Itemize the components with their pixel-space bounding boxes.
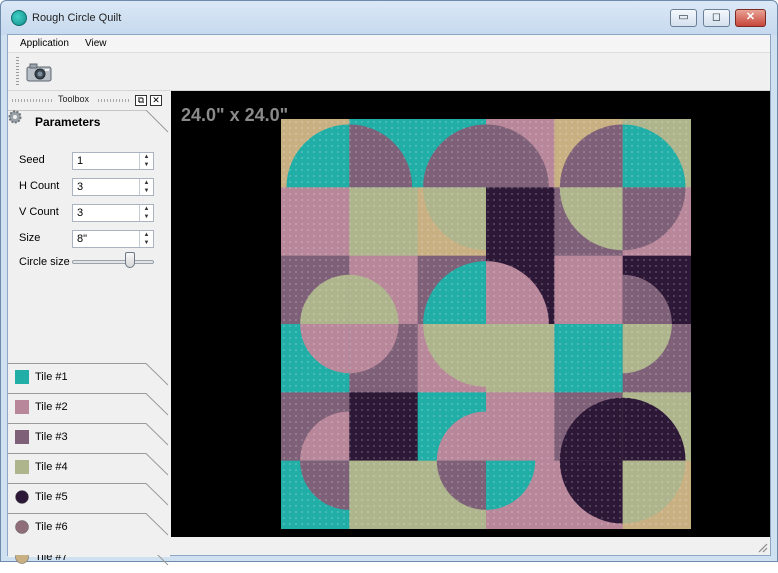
tile-swatch-icon xyxy=(15,370,29,384)
tile-swatch-icon xyxy=(15,430,29,444)
size-label: Size xyxy=(19,232,41,244)
tab-shape xyxy=(8,453,169,476)
up-arrow-icon[interactable]: ▲ xyxy=(140,179,153,187)
toolbox-grip xyxy=(98,99,130,102)
fabric-texture xyxy=(281,119,691,529)
seed-value: 1 xyxy=(77,155,84,167)
down-arrow-icon[interactable]: ▼ xyxy=(140,213,153,221)
v-count-stepper[interactable]: ▲ ▼ xyxy=(139,205,153,221)
close-button[interactable]: ✕ xyxy=(735,9,766,27)
minimize-button[interactable]: ▭ xyxy=(670,9,697,27)
tile-label: Tile #1 xyxy=(35,371,68,383)
v-count-value: 3 xyxy=(77,207,84,219)
toolbox-panel: Toolbox ⧉ ✕ Parameters Seed 1 ▲ ▼ H Coun… xyxy=(8,91,170,566)
quilt-canvas[interactable]: 24.0" x 24.0" xyxy=(171,91,770,537)
toolbox-float-button[interactable]: ⧉ xyxy=(135,95,147,106)
client-area: Application View Toolbox ⧉ ✕ Parameters … xyxy=(7,34,771,566)
up-arrow-icon[interactable]: ▲ xyxy=(140,231,153,239)
up-arrow-icon[interactable]: ▲ xyxy=(140,153,153,161)
tab-shape xyxy=(8,423,169,446)
seed-stepper[interactable]: ▲ ▼ xyxy=(139,153,153,169)
menu-bar: Application View xyxy=(8,35,770,53)
seed-spinbox[interactable]: 1 ▲ ▼ xyxy=(72,152,154,170)
tile-swatch-icon xyxy=(15,520,29,534)
window-title: Rough Circle Quilt xyxy=(32,12,122,24)
parameters-title: Parameters xyxy=(35,115,101,129)
tab-tile-5[interactable]: Tile #5 xyxy=(8,483,170,513)
size-spinbox[interactable]: 8" ▲ ▼ xyxy=(72,230,154,248)
size-stepper[interactable]: ▲ ▼ xyxy=(139,231,153,247)
status-bar xyxy=(8,537,770,555)
quilt-preview xyxy=(281,119,691,529)
tab-parameters[interactable]: Parameters xyxy=(8,110,170,136)
seed-label: Seed xyxy=(19,154,45,166)
tab-tile-1[interactable]: Tile #1 xyxy=(8,363,170,393)
app-icon xyxy=(11,10,27,26)
circle-size-label: Circle size xyxy=(19,256,70,268)
up-arrow-icon[interactable]: ▲ xyxy=(140,205,153,213)
down-arrow-icon[interactable]: ▼ xyxy=(140,161,153,169)
snapshot-button[interactable] xyxy=(26,61,52,83)
tab-shape xyxy=(8,363,169,386)
toolbar xyxy=(8,53,770,91)
down-arrow-icon[interactable]: ▼ xyxy=(140,187,153,195)
circle-size-slider[interactable] xyxy=(72,260,154,264)
tile-swatch-icon xyxy=(15,490,29,504)
h-count-value: 3 xyxy=(77,181,84,193)
title-bar[interactable]: Rough Circle Quilt ▭ ◻ ✕ xyxy=(1,1,777,35)
tile-label: Tile #2 xyxy=(35,401,68,413)
down-arrow-icon[interactable]: ▼ xyxy=(140,239,153,247)
gear-icon xyxy=(8,110,22,124)
toolbox-close-button[interactable]: ✕ xyxy=(150,95,162,106)
size-value: 8" xyxy=(77,233,88,245)
tab-shape xyxy=(8,483,169,506)
v-count-spinbox[interactable]: 3 ▲ ▼ xyxy=(72,204,154,222)
v-count-label: V Count xyxy=(19,206,59,218)
toolbox-title: Toolbox xyxy=(58,94,90,104)
quilt-size-readout: 24.0" x 24.0" xyxy=(181,105,289,125)
tab-tile-2[interactable]: Tile #2 xyxy=(8,393,170,423)
h-count-spinbox[interactable]: 3 ▲ ▼ xyxy=(72,178,154,196)
tab-shape xyxy=(8,393,169,416)
app-window: Rough Circle Quilt ▭ ◻ ✕ Application Vie… xyxy=(0,0,778,566)
circle-size-slider-handle[interactable] xyxy=(125,252,135,268)
h-count-stepper[interactable]: ▲ ▼ xyxy=(139,179,153,195)
toolbar-grip[interactable] xyxy=(16,57,19,87)
tile-label: Tile #6 xyxy=(35,521,68,533)
tile-swatch-icon xyxy=(15,460,29,474)
tile-label: Tile #4 xyxy=(35,461,68,473)
menu-view[interactable]: View xyxy=(85,38,107,49)
camera-icon xyxy=(26,63,52,82)
menu-application[interactable]: Application xyxy=(20,38,69,49)
resize-grip-icon[interactable] xyxy=(756,541,768,553)
tile-label: Tile #5 xyxy=(35,491,68,503)
maximize-button[interactable]: ◻ xyxy=(703,9,730,27)
h-count-label: H Count xyxy=(19,180,60,192)
toolbox-grip xyxy=(12,99,52,102)
tab-tile-4[interactable]: Tile #4 xyxy=(8,453,170,483)
tile-label: Tile #3 xyxy=(35,431,68,443)
tile-swatch-icon xyxy=(15,400,29,414)
tab-tile-3[interactable]: Tile #3 xyxy=(8,423,170,453)
toolbox-header[interactable]: Toolbox ⧉ ✕ xyxy=(8,93,170,107)
